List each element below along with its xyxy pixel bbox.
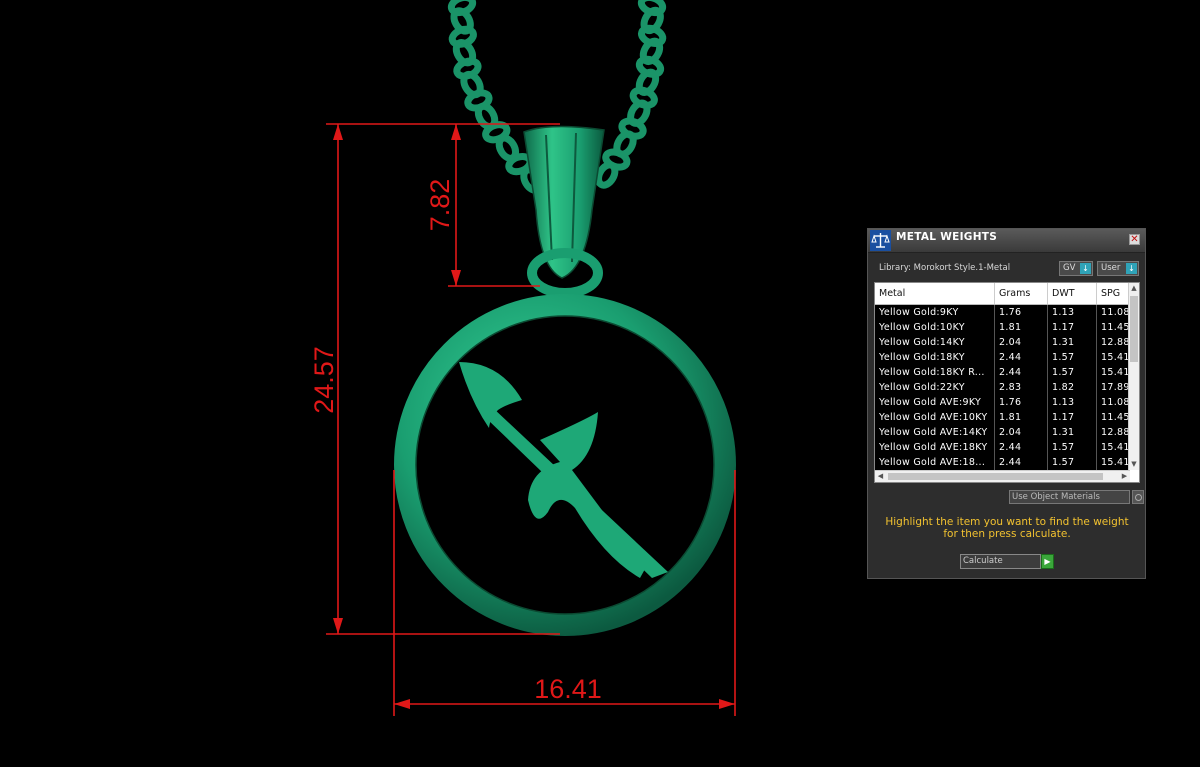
metal-cell: Yellow Gold AVE:18... <box>875 455 995 470</box>
panel-titlebar[interactable]: METAL WEIGHTS ✕ <box>868 229 1145 253</box>
spg-cell: 11.45 <box>1097 410 1130 425</box>
table-row[interactable]: Yellow Gold:14KY 2.04 1.31 12.88 <box>875 335 1130 350</box>
table-row[interactable]: Yellow Gold AVE:18... 2.44 1.57 15.41 <box>875 455 1130 470</box>
bail-dimension-label: 7.82 <box>425 179 455 232</box>
spg-cell: 11.08 <box>1097 305 1130 320</box>
metal-cell: Yellow Gold AVE:18KY <box>875 440 995 455</box>
metal-cell: Yellow Gold:9KY <box>875 305 995 320</box>
dwt-cell: 1.57 <box>1048 440 1097 455</box>
library-label: Library: Morokort Style.1-Metal <box>879 263 1011 273</box>
table-row[interactable]: Yellow Gold:22KY 2.83 1.82 17.89 <box>875 380 1130 395</box>
spg-cell: 11.08 <box>1097 395 1130 410</box>
dwt-cell: 1.82 <box>1048 380 1097 395</box>
grams-cell: 2.44 <box>995 440 1048 455</box>
grams-cell: 2.44 <box>995 365 1048 380</box>
dwt-cell: 1.13 <box>1048 305 1097 320</box>
width-dimension-label: 16.41 <box>534 674 602 704</box>
metal-table: Metal Grams DWT SPG Yellow Gold:9KY 1.76 1… <box>874 282 1140 483</box>
spg-cell: 12.88 <box>1097 425 1130 440</box>
scroll-up-icon[interactable]: ▲ <box>1129 283 1139 294</box>
spg-cell: 11.45 <box>1097 320 1130 335</box>
unit-dropdown[interactable]: GV ↓ <box>1059 261 1093 276</box>
panel-title: METAL WEIGHTS <box>896 231 998 243</box>
user-dropdown-value: User <box>1101 263 1121 273</box>
dwt-cell: 1.57 <box>1048 455 1097 470</box>
horizontal-scrollbar[interactable]: ◀ ▶ <box>875 470 1130 482</box>
metal-cell: Yellow Gold:18KY <box>875 350 995 365</box>
column-header-grams[interactable]: Grams <box>995 283 1048 304</box>
table-row[interactable]: Yellow Gold AVE:10KY 1.81 1.17 11.45 <box>875 410 1130 425</box>
table-header: Metal Grams DWT SPG <box>875 283 1130 305</box>
grams-cell: 2.83 <box>995 380 1048 395</box>
metal-cell: Yellow Gold AVE:9KY <box>875 395 995 410</box>
grams-cell: 1.81 <box>995 410 1048 425</box>
metal-cell: Yellow Gold:18KY R... <box>875 365 995 380</box>
calculate-field[interactable]: Calculate <box>960 554 1041 569</box>
metal-cell: Yellow Gold AVE:14KY <box>875 425 995 440</box>
table-row[interactable]: Yellow Gold:18KY 2.44 1.57 15.41 <box>875 350 1130 365</box>
grams-cell: 2.44 <box>995 350 1048 365</box>
spg-cell: 15.41 <box>1097 365 1130 380</box>
scroll-left-icon[interactable]: ◀ <box>875 471 886 482</box>
column-header-metal[interactable]: Metal <box>875 283 995 304</box>
metal-weights-panel: METAL WEIGHTS ✕ Library: Morokort Style.… <box>867 228 1146 579</box>
spg-cell: 12.88 <box>1097 335 1130 350</box>
sagittarius-symbol <box>459 362 668 578</box>
dwt-cell: 1.31 <box>1048 335 1097 350</box>
dwt-cell: 1.57 <box>1048 365 1097 380</box>
dwt-cell: 1.17 <box>1048 410 1097 425</box>
dwt-cell: 1.31 <box>1048 425 1097 440</box>
grams-cell: 2.44 <box>995 455 1048 470</box>
spg-cell: 15.41 <box>1097 440 1130 455</box>
scroll-down-icon[interactable]: ▼ <box>1129 459 1139 470</box>
column-header-dwt[interactable]: DWT <box>1048 283 1097 304</box>
dwt-cell: 1.13 <box>1048 395 1097 410</box>
dwt-cell: 1.17 <box>1048 320 1097 335</box>
vertical-scrollbar[interactable]: ▲ ▼ <box>1128 283 1139 470</box>
dropdown-arrow-icon: ↓ <box>1126 263 1137 274</box>
table-row[interactable]: Yellow Gold AVE:9KY 1.76 1.13 11.08 <box>875 395 1130 410</box>
use-object-materials-toggle[interactable] <box>1132 490 1144 504</box>
metal-cell: Yellow Gold:14KY <box>875 335 995 350</box>
spg-cell: 15.41 <box>1097 350 1130 365</box>
column-header-spg[interactable]: SPG <box>1097 283 1130 304</box>
grams-cell: 1.76 <box>995 395 1048 410</box>
scroll-thumb[interactable] <box>888 473 1103 480</box>
dropdown-arrow-icon: ↓ <box>1080 263 1091 274</box>
scroll-right-icon[interactable]: ▶ <box>1119 471 1130 482</box>
table-row[interactable]: Yellow Gold AVE:14KY 2.04 1.31 12.88 <box>875 425 1130 440</box>
calculate-button[interactable]: ▶ <box>1041 554 1054 569</box>
table-row[interactable]: Yellow Gold AVE:18KY 2.44 1.57 15.41 <box>875 440 1130 455</box>
grams-cell: 1.76 <box>995 305 1048 320</box>
grams-cell: 1.81 <box>995 320 1048 335</box>
close-button[interactable]: ✕ <box>1129 234 1140 245</box>
metal-cell: Yellow Gold:10KY <box>875 320 995 335</box>
spg-cell: 15.41 <box>1097 455 1130 470</box>
table-row[interactable]: Yellow Gold:10KY 1.81 1.17 11.45 <box>875 320 1130 335</box>
scroll-thumb[interactable] <box>1130 296 1138 362</box>
grams-cell: 2.04 <box>995 335 1048 350</box>
use-object-materials-field[interactable]: Use Object Materials <box>1009 490 1130 504</box>
grams-cell: 2.04 <box>995 425 1048 440</box>
metal-cell: Yellow Gold:22KY <box>875 380 995 395</box>
instructions-text: Highlight the item you want to find the … <box>885 516 1129 540</box>
scale-icon <box>870 230 891 251</box>
table-row[interactable]: Yellow Gold:18KY R... 2.44 1.57 15.41 <box>875 365 1130 380</box>
metal-cell: Yellow Gold AVE:10KY <box>875 410 995 425</box>
dwt-cell: 1.57 <box>1048 350 1097 365</box>
height-dimension-label: 24.57 <box>309 346 339 414</box>
spg-cell: 17.89 <box>1097 380 1130 395</box>
unit-dropdown-value: GV <box>1063 263 1076 273</box>
pendant-bail <box>523 125 605 298</box>
table-row[interactable]: Yellow Gold:9KY 1.76 1.13 11.08 <box>875 305 1130 320</box>
user-dropdown[interactable]: User ↓ <box>1097 261 1139 276</box>
